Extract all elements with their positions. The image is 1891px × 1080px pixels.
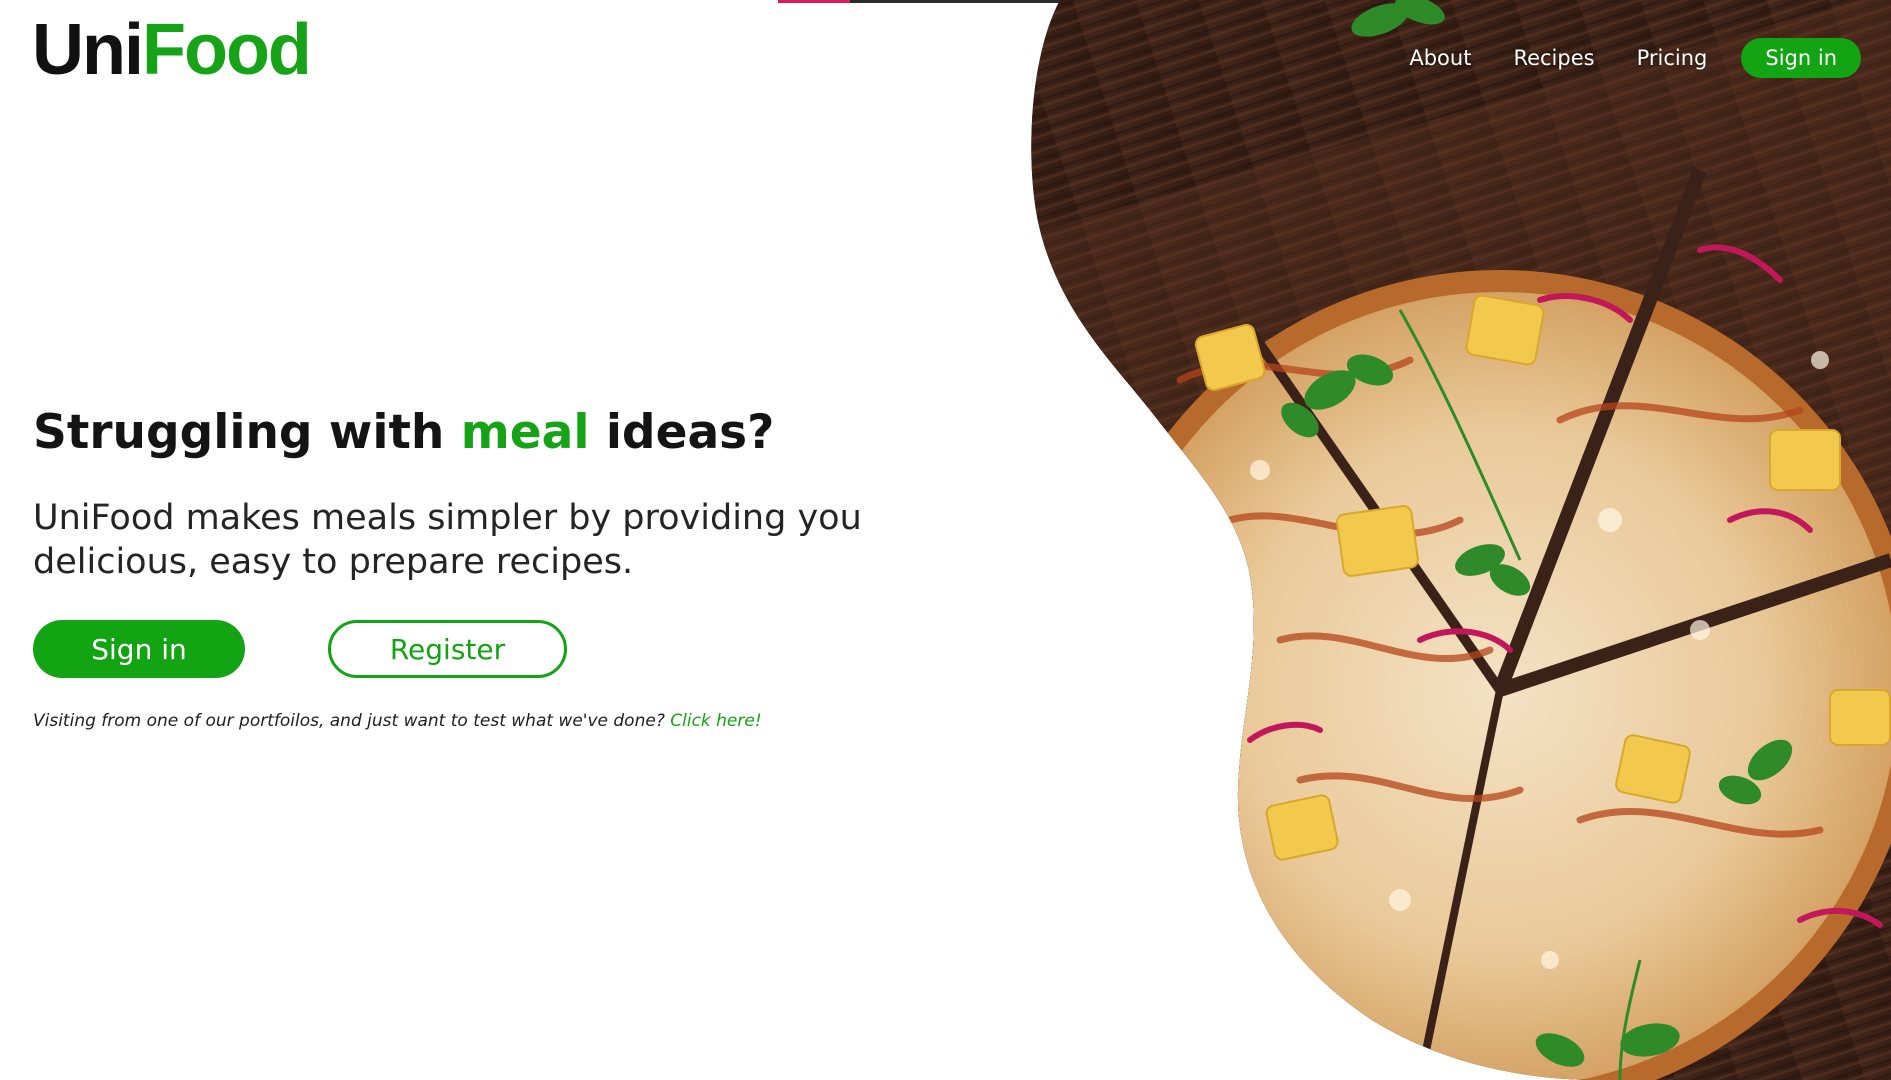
nav-signin-button[interactable]: Sign in — [1741, 38, 1861, 78]
unifood-logo[interactable]: UniFood — [32, 14, 312, 86]
portfolio-click-here-link[interactable]: Click here! — [670, 711, 761, 731]
hero-register-button[interactable]: Register — [328, 620, 567, 678]
logo-food: Food — [141, 10, 312, 90]
hero-title-after: ideas? — [589, 405, 775, 460]
hero-title: Struggling with meal ideas? — [33, 405, 774, 460]
hero-signin-button[interactable]: Sign in — [33, 620, 245, 678]
top-navigation: About Recipes Pricing Sign in — [1367, 38, 1861, 78]
portfolio-note-text: Visiting from one of our portfoilos, and… — [33, 711, 671, 731]
nav-about-link[interactable]: About — [1409, 46, 1471, 70]
portfolio-note: Visiting from one of our portfoilos, and… — [33, 711, 762, 731]
nav-recipes-link[interactable]: Recipes — [1513, 46, 1594, 70]
hero-title-before: Struggling with — [33, 405, 461, 460]
hero-subtitle: UniFood makes meals simpler by providing… — [33, 498, 862, 582]
nav-pricing-link[interactable]: Pricing — [1637, 46, 1708, 70]
logo-uni: Uni — [32, 10, 144, 90]
hero-title-accent: meal — [460, 405, 590, 460]
